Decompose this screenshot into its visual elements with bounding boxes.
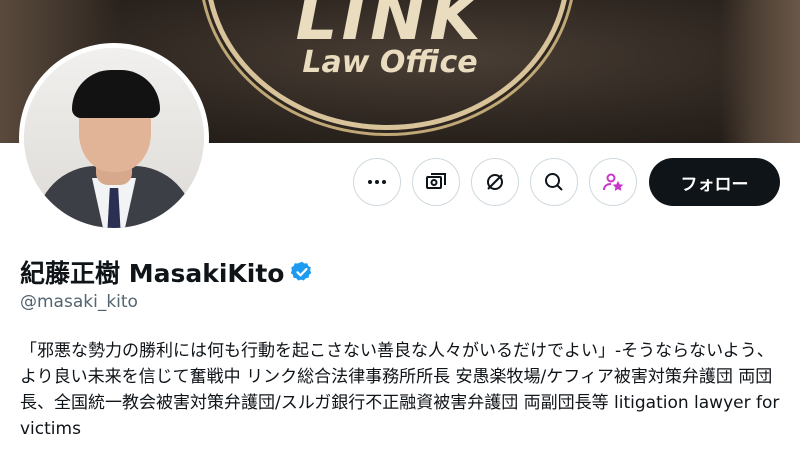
subscribe-button[interactable] [589,158,637,206]
name-row: 紀藤正樹 MasakiKito [20,254,314,290]
display-name: 紀藤正樹 MasakiKito [20,259,285,288]
grok-icon [487,174,503,190]
search-icon [545,173,563,191]
more-icon [368,180,386,184]
grok-button[interactable] [471,158,519,206]
profile-bio: 「邪悪な勢力の勝利には何も行動を起こさない善良な人々がいるだけでよい」-そうなら… [20,341,780,439]
banner-sub-text: Law Office [302,45,478,80]
money-icon [426,173,446,189]
subscribe-money-button[interactable] [412,158,460,206]
search-button[interactable] [530,158,578,206]
profile-actions: フォロー [0,158,800,206]
more-button[interactable] [353,158,401,206]
user-handle: @masaki_kito [20,292,138,312]
follow-button[interactable]: フォロー [649,158,780,206]
verified-badge-icon[interactable] [290,260,314,284]
banner-fabric-right [720,0,800,143]
person-star-icon [603,173,624,191]
